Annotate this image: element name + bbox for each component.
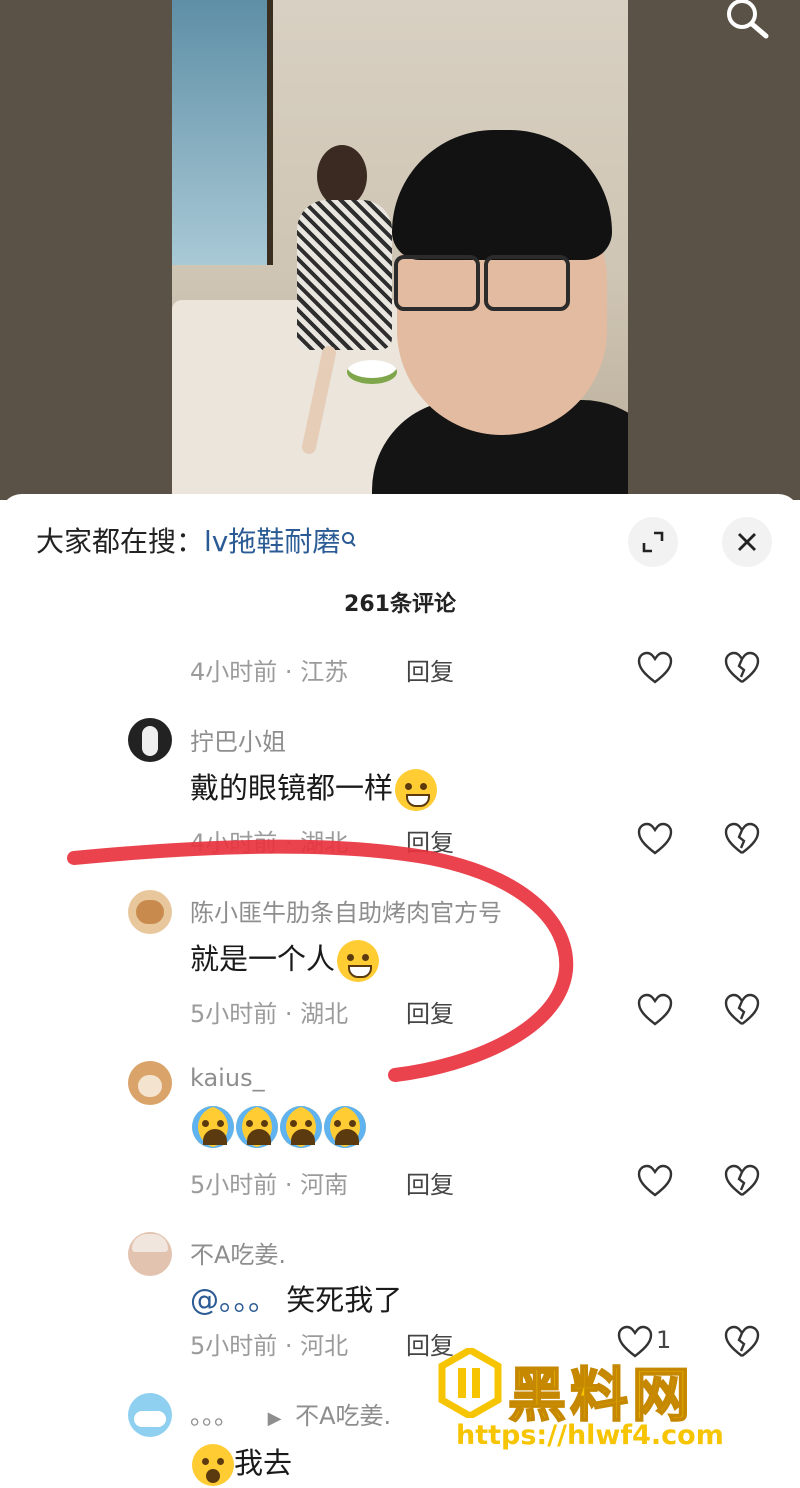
selfie-man <box>372 130 628 500</box>
watermark-logo-icon <box>438 1348 502 1418</box>
crying-emoji <box>192 1106 234 1148</box>
comment-username[interactable]: 拧巴小姐 <box>190 722 286 757</box>
window-scene <box>172 0 273 265</box>
grin-sweat-emoji <box>337 940 380 982</box>
comment-text: @。。。 笑死我了 <box>190 1283 403 1317</box>
comment-text: 就是一个人 <box>190 936 380 982</box>
broken-heart-icon[interactable] <box>724 651 760 685</box>
comment-meta: 5小时前 · 河南 <box>190 1171 349 1199</box>
shocked-emoji <box>192 1444 234 1486</box>
heart-icon[interactable] <box>637 822 673 856</box>
comment-username[interactable]: 。。。 <box>190 1402 238 1430</box>
hot-search-bar[interactable]: 大家都在搜：lv拖鞋耐磨 <box>36 520 358 560</box>
sweat-smile-emoji <box>395 769 438 811</box>
broken-heart-icon[interactable] <box>724 993 760 1027</box>
avatar[interactable] <box>128 1393 172 1437</box>
comment-sheet <box>0 494 800 1488</box>
comment-username[interactable]: 不A吃姜. <box>190 1235 286 1270</box>
comment-meta: 4小时前 · 湖北 <box>190 829 349 857</box>
reply-button[interactable]: 回复 <box>406 652 454 687</box>
video-frame <box>172 0 628 500</box>
close-icon <box>738 533 756 551</box>
reply-to-username[interactable]: 不A吃姜. <box>295 1402 391 1430</box>
expand-icon <box>642 531 664 553</box>
hot-search-small-icon <box>340 525 358 558</box>
comment-meta: 5小时前 · 湖北 <box>190 1000 349 1028</box>
reply-header: 。。。 ▶ 不A吃姜. <box>190 1396 391 1431</box>
avatar[interactable] <box>128 718 172 762</box>
heart-icon[interactable] <box>637 993 673 1027</box>
comment-username[interactable]: kaius_ <box>190 1064 265 1092</box>
video-preview[interactable] <box>0 0 800 500</box>
avatar[interactable] <box>128 890 172 934</box>
crying-emoji <box>280 1106 322 1148</box>
heart-icon[interactable] <box>637 1164 673 1198</box>
comment-meta: 5小时前 · 河北 <box>190 1332 349 1360</box>
reply-button[interactable]: 回复 <box>406 823 454 858</box>
watermark: 黑料网 https://hlwf4.com <box>438 1348 768 1458</box>
avatar[interactable] <box>128 1232 172 1276</box>
close-button[interactable] <box>722 517 772 567</box>
broken-heart-icon[interactable] <box>724 822 760 856</box>
reply-button[interactable]: 回复 <box>406 1165 454 1200</box>
search-icon[interactable] <box>722 0 772 40</box>
crying-emoji <box>324 1106 366 1148</box>
crying-emoji <box>236 1106 278 1148</box>
comment-emoji-row <box>190 1106 366 1148</box>
broken-heart-icon[interactable] <box>724 1164 760 1198</box>
hot-search-keyword[interactable]: lv拖鞋耐磨 <box>204 525 340 558</box>
hot-search-prefix: 大家都在搜： <box>36 525 205 558</box>
expand-button[interactable] <box>628 517 678 567</box>
reply-arrow-icon: ▶ <box>267 1408 282 1429</box>
reply-button[interactable]: 回复 <box>406 994 454 1029</box>
mention-link[interactable]: @。。。 <box>190 1283 277 1317</box>
comment-username[interactable]: 陈小匪牛肋条自助烤肉官方号 <box>190 893 502 928</box>
comment-text: 戴的眼镜都一样 <box>190 765 438 811</box>
comment-count: 261条评论 <box>344 592 456 617</box>
watermark-url: https://hlwf4.com <box>456 1420 724 1451</box>
comment-meta: 4小时前 · 江苏 <box>190 658 349 686</box>
avatar[interactable] <box>128 1061 172 1105</box>
comment-text: 我去 <box>190 1440 292 1486</box>
heart-icon[interactable] <box>637 651 673 685</box>
